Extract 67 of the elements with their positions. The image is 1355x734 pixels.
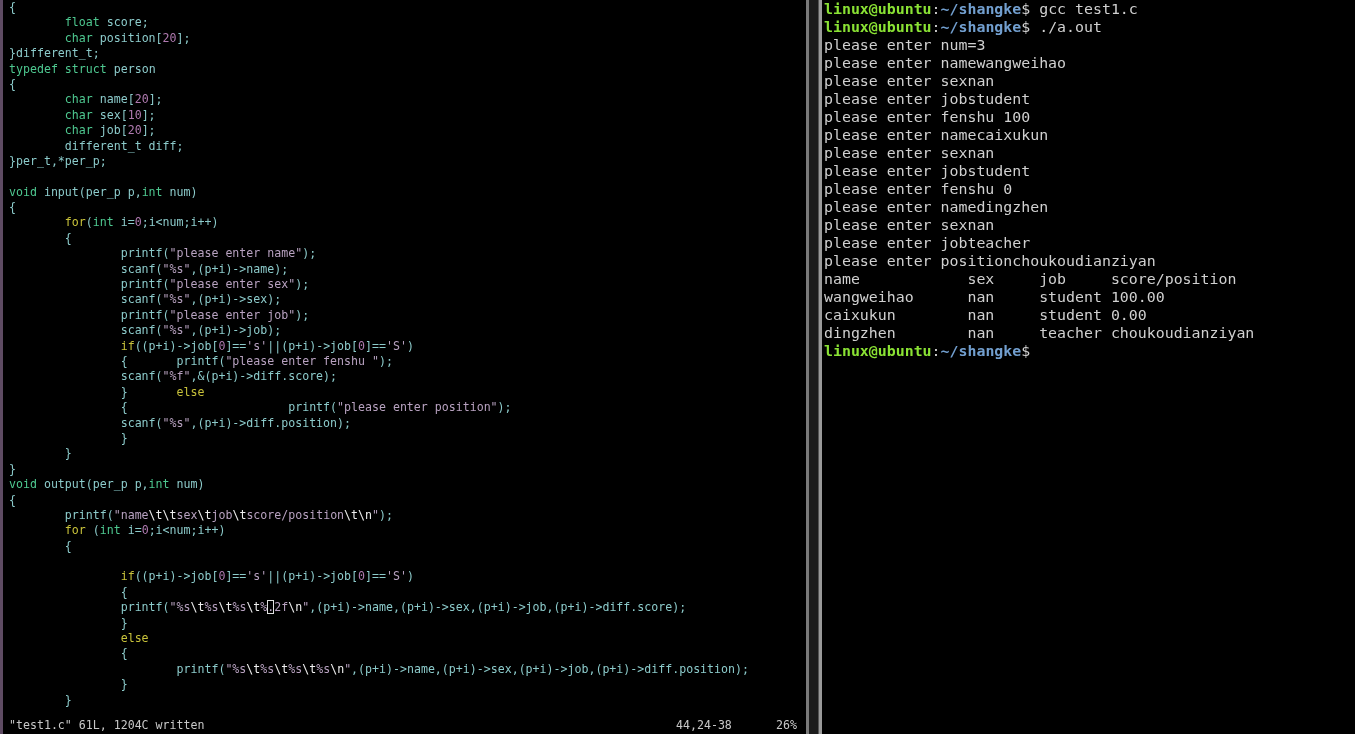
- terminal-line: linux@ubuntu:~/shangke$: [824, 342, 1032, 360]
- cursor-position: 44,24-38: [676, 718, 733, 733]
- code-line: }: [119, 430, 129, 447]
- code-line: scanf("%s",(p+i)->job);: [119, 323, 283, 339]
- terminal-line: dingzhen nan teacher choukoudianziyan: [824, 324, 1256, 342]
- terminal-line: name sex job score/position: [824, 270, 1238, 288]
- code-line: {: [63, 230, 73, 247]
- terminal-line: caixukun nan student 0.00: [824, 306, 1148, 324]
- code-line: scanf("%s",(p+i)->diff.position);: [119, 415, 353, 431]
- code-line: different_t diff;: [63, 138, 185, 154]
- terminal-line: please enter jobstudent: [824, 162, 1032, 180]
- status-message: "test1.c" 61L, 1204C written: [9, 718, 206, 733]
- code-line: }: [63, 692, 73, 708]
- terminal-line: please enter namecaixukun: [824, 126, 1050, 144]
- code-line: for (int i=0;i<num;i++): [63, 523, 227, 539]
- code-line: {: [119, 646, 129, 662]
- code-line: scanf("%s",(p+i)->sex);: [119, 292, 283, 308]
- code-line: }: [119, 615, 129, 631]
- code-line: if((p+i)->job[0]=='s'||(p+i)->job[0]=='S'): [119, 569, 415, 585]
- terminal-line: please enter namedingzhen: [824, 198, 1050, 216]
- code-line: {: [9, 0, 17, 16]
- terminal-line: linux@ubuntu:~/shangke$ gcc test1.c: [824, 0, 1139, 18]
- code-line: {: [9, 76, 17, 93]
- terminal-line: please enter fenshu 100: [824, 108, 1032, 126]
- code-line: else: [119, 631, 150, 647]
- terminal-line: please enter fenshu 0: [824, 180, 1014, 198]
- code-line: char job[20];: [63, 123, 157, 139]
- code-line: printf("please enter sex");: [119, 277, 311, 293]
- code-line: printf("please enter name");: [119, 246, 318, 262]
- terminal-line: please enter sexnan: [824, 216, 996, 234]
- code-line: {: [119, 584, 129, 601]
- code-line: }: [119, 677, 129, 693]
- code-line: scanf("%f",&(p+i)->diff.score);: [119, 369, 339, 385]
- code-line: char name[20];: [63, 92, 164, 108]
- terminal-line: please enter positionchoukoudianziyan: [824, 252, 1157, 270]
- terminal-line: please enter sexnan: [824, 72, 996, 90]
- code-line: scanf("%s",(p+i)->name);: [119, 261, 290, 278]
- code-line: char sex[10];: [63, 107, 157, 124]
- code-line: char position[20];: [63, 30, 192, 47]
- code-line: void input(per_p p,int num): [9, 184, 199, 201]
- code-line: printf("%s\t%s\t%s\t%.2f\n",(p+i)->name,(p+i)->sex,(p+i)->job,(p+i)->diff.score);: [119, 600, 688, 616]
- code-line: }: [9, 461, 17, 478]
- code-line: { printf("please enter position");: [119, 400, 513, 416]
- terminal-line: linux@ubuntu:~/shangke$ ./a.out: [824, 18, 1103, 36]
- terminal-line: wangweihao nan student 100.00: [824, 288, 1166, 306]
- terminal-line: please enter num=3: [824, 36, 987, 54]
- code-line: }different_t;: [9, 46, 101, 62]
- code-line: {: [9, 492, 17, 508]
- code-line: } else: [119, 384, 206, 401]
- code-line: float score;: [63, 15, 150, 31]
- terminal-line: please enter jobstudent: [824, 90, 1032, 108]
- code-line: }per_t,*per_p;: [9, 153, 108, 170]
- code-line: printf("%s\t%s\t%s\t%s\n",(p+i)->name,(p+i)->sex,(p+i)->job,(p+i)->diff.position);: [175, 661, 750, 678]
- terminal-line: please enter sexnan: [824, 144, 996, 162]
- code-line: for(int i=0;i<num;i++): [63, 215, 220, 231]
- code-line: {: [9, 200, 17, 216]
- scroll-percent: 26%: [776, 718, 798, 733]
- code-line: typedef struct person: [9, 61, 157, 77]
- code-line: void output(per_p p,int num): [9, 477, 206, 493]
- terminal-line: please enter namewangweihao: [824, 54, 1068, 72]
- code-line: }: [63, 446, 73, 462]
- code-line: if((p+i)->job[0]=='s'||(p+i)->job[0]=='S'): [119, 338, 415, 354]
- code-line: {: [63, 538, 73, 555]
- terminal-line: please enter jobteacher: [824, 234, 1032, 252]
- code-line: printf("name\t\tsex\tjob\tscore/position\t\n");: [63, 507, 394, 524]
- code-line: { printf("please enter fenshu ");: [119, 354, 394, 370]
- code-line: printf("please enter job");: [119, 307, 311, 324]
